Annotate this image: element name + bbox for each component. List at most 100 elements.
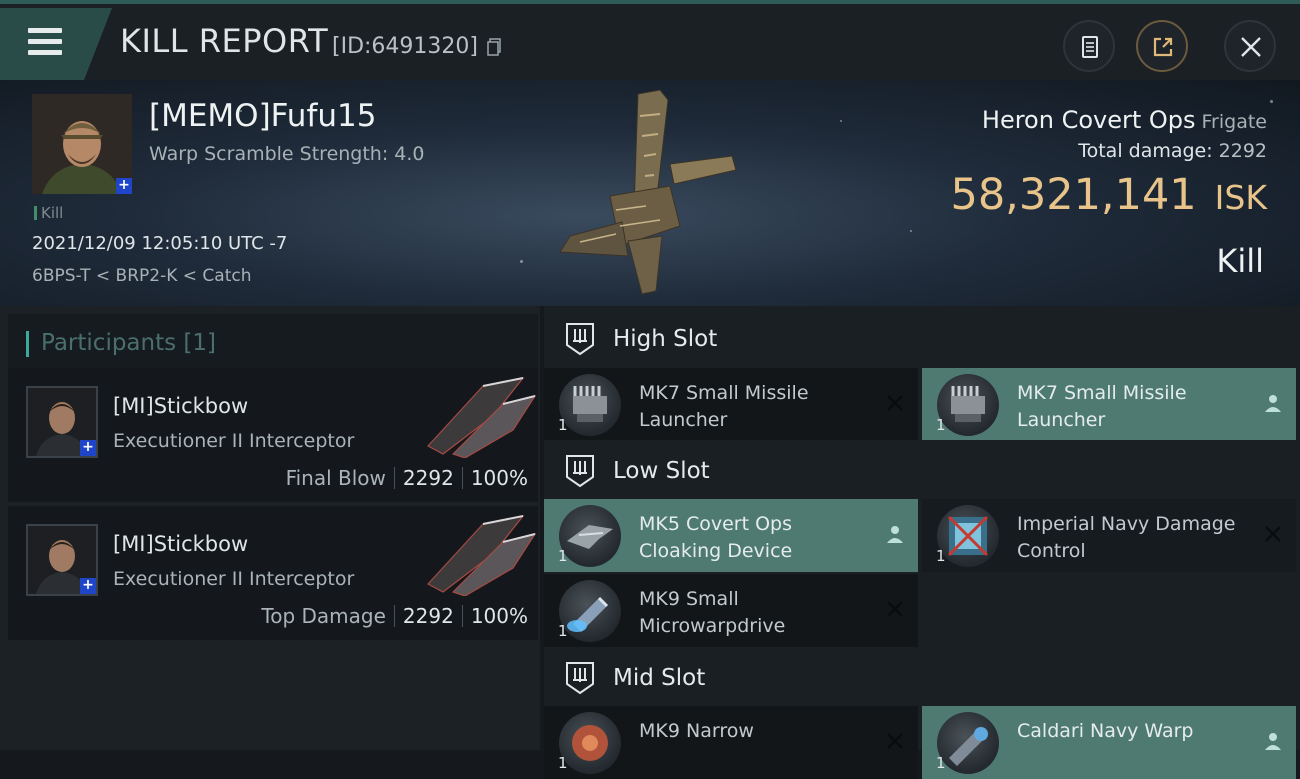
missile-launcher-icon xyxy=(937,374,999,436)
divider xyxy=(393,605,395,627)
microwarpdrive-icon xyxy=(559,580,621,642)
mid-slot-title: Mid Slot xyxy=(613,665,706,691)
participant-name[interactable]: [MI]Stickbow xyxy=(113,394,248,418)
module-item[interactable]: 1 Caldari Navy Warp xyxy=(922,706,1296,779)
victim-ship-image xyxy=(559,89,737,295)
share-button[interactable] xyxy=(1136,20,1188,72)
participant-avatar[interactable]: + xyxy=(26,386,98,458)
dropped-person-icon xyxy=(887,526,903,543)
module-item[interactable]: 1 MK7 Small Missile Launcher xyxy=(544,368,918,441)
menu-button[interactable] xyxy=(0,8,112,80)
participants-title: Participants [1] xyxy=(41,330,216,356)
high-slot-title: High Slot xyxy=(613,326,718,352)
module-quantity: 1 xyxy=(558,547,568,565)
participant-ship[interactable]: Executioner II Interceptor xyxy=(113,568,354,590)
warp-scramble-strength: Warp Scramble Strength: 4.0 xyxy=(149,143,425,165)
module-name: Caldari Navy Warp xyxy=(1017,720,1194,742)
add-contact-icon[interactable]: + xyxy=(116,178,132,194)
mid-slot-header: Mid Slot xyxy=(544,647,1300,709)
module-name: MK7 Small Missile Launcher xyxy=(1017,382,1187,431)
participant-name[interactable]: [MI]Stickbow xyxy=(113,532,248,556)
mid-slot-icon xyxy=(566,662,594,695)
participants-title-text: Participants xyxy=(41,330,177,356)
participant-stats: Top Damage 2292 100% xyxy=(261,604,528,628)
hamburger-icon-line xyxy=(28,50,62,55)
divider xyxy=(393,467,395,489)
module-item[interactable]: 1 MK7 Small Missile Launcher xyxy=(922,368,1296,441)
isk-value: 58,321,141 ISK xyxy=(950,170,1267,220)
close-button[interactable] xyxy=(1224,20,1276,72)
module-quantity: 1 xyxy=(936,416,946,434)
kill-datetime: 2021/12/09 12:05:10 UTC -7 xyxy=(32,233,288,254)
add-contact-icon[interactable]: + xyxy=(80,578,96,594)
victim-portrait[interactable]: + xyxy=(32,94,132,194)
add-contact-icon[interactable]: + xyxy=(80,440,96,456)
total-damage: Total damage: 2292 xyxy=(1078,140,1267,162)
participants-count: [1] xyxy=(183,330,217,356)
ship-name-text: Heron Covert Ops xyxy=(981,106,1196,134)
cloaking-device-icon xyxy=(559,505,621,567)
ship-class: Frigate xyxy=(1201,111,1267,133)
participant-percent: 100% xyxy=(470,604,528,628)
participant-percent: 100% xyxy=(470,466,528,490)
module-name: MK7 Small Missile Launcher xyxy=(639,382,809,431)
victim-ship-name[interactable]: Heron Covert Ops Frigate xyxy=(982,106,1267,134)
participant-ship-image xyxy=(427,515,537,596)
dropped-person-icon xyxy=(1265,395,1281,412)
module-quantity: 1 xyxy=(558,416,568,434)
destroyed-icon xyxy=(887,601,903,617)
module-quantity: 1 xyxy=(558,754,568,772)
damage-control-icon xyxy=(937,505,999,567)
low-slot-icon xyxy=(566,455,594,488)
module-name: Imperial Navy Damage Control xyxy=(1017,513,1236,562)
tag-marker xyxy=(34,206,37,220)
star xyxy=(1270,100,1273,103)
clipboard-icon xyxy=(1082,36,1098,58)
module-item[interactable]: 1 MK5 Covert Ops Cloaking Device xyxy=(544,499,918,572)
participant-ship[interactable]: Executioner II Interceptor xyxy=(113,430,354,452)
share-icon xyxy=(1153,37,1173,57)
fitting-panel: High Slot 1 MK7 Small Missile Launcher 1… xyxy=(544,306,1300,779)
module-item[interactable]: 1 MK9 Small Microwarpdrive xyxy=(544,574,918,647)
module-image xyxy=(949,727,988,766)
kill-tag-label: Kill xyxy=(41,204,64,222)
high-slot-header: High Slot xyxy=(544,308,1300,370)
low-slot-title: Low Slot xyxy=(613,458,710,484)
scrambler-icon xyxy=(559,712,621,774)
module-item[interactable]: 1 MK9 Narrow xyxy=(544,706,918,779)
missile-launcher-icon xyxy=(559,374,621,436)
module-quantity: 1 xyxy=(558,622,568,640)
participant-avatar[interactable]: + xyxy=(26,524,98,596)
module-quantity: 1 xyxy=(936,754,946,772)
participants-panel: Participants [1] + [MI]Stickbow Executio… xyxy=(0,306,540,750)
module-name: MK5 Covert Ops Cloaking Device xyxy=(639,513,793,562)
participant-damage: 2292 xyxy=(402,604,454,628)
close-icon xyxy=(1241,37,1261,57)
section-accent xyxy=(26,331,29,357)
warp-disruptor-icon xyxy=(937,712,999,774)
kill-summary-panel: + [MEMO]Fufu15 Warp Scramble Strength: 4… xyxy=(0,80,1300,306)
report-id: [ID:6491320] xyxy=(332,34,478,59)
participant-row[interactable]: + [MI]Stickbow Executioner II Intercepto… xyxy=(8,368,538,502)
total-damage-value: 2292 xyxy=(1218,140,1267,162)
participant-ship-image xyxy=(427,377,537,458)
participant-role: Final Blow xyxy=(285,466,386,490)
kill-location[interactable]: 6BPS-T < BRP2-K < Catch xyxy=(32,266,251,286)
module-image xyxy=(947,515,989,557)
star xyxy=(840,120,842,122)
module-item[interactable]: 1 Imperial Navy Damage Control xyxy=(922,499,1296,572)
participant-damage: 2292 xyxy=(402,466,454,490)
isk-amount: 58,321,141 xyxy=(950,170,1197,220)
module-image xyxy=(951,386,985,422)
destroyed-icon xyxy=(887,395,903,411)
copy-icon[interactable] xyxy=(487,38,501,56)
hamburger-icon xyxy=(28,28,62,33)
clipboard-report-button[interactable] xyxy=(1063,20,1115,72)
page-title: KILL REPORT xyxy=(120,22,329,60)
hamburger-icon-line xyxy=(28,39,62,44)
result-label: Kill xyxy=(1216,242,1264,280)
module-image xyxy=(567,525,613,549)
victim-name[interactable]: [MEMO]Fufu15 xyxy=(149,98,376,134)
participant-row[interactable]: + [MI]Stickbow Executioner II Intercepto… xyxy=(8,506,538,640)
star xyxy=(910,230,912,232)
